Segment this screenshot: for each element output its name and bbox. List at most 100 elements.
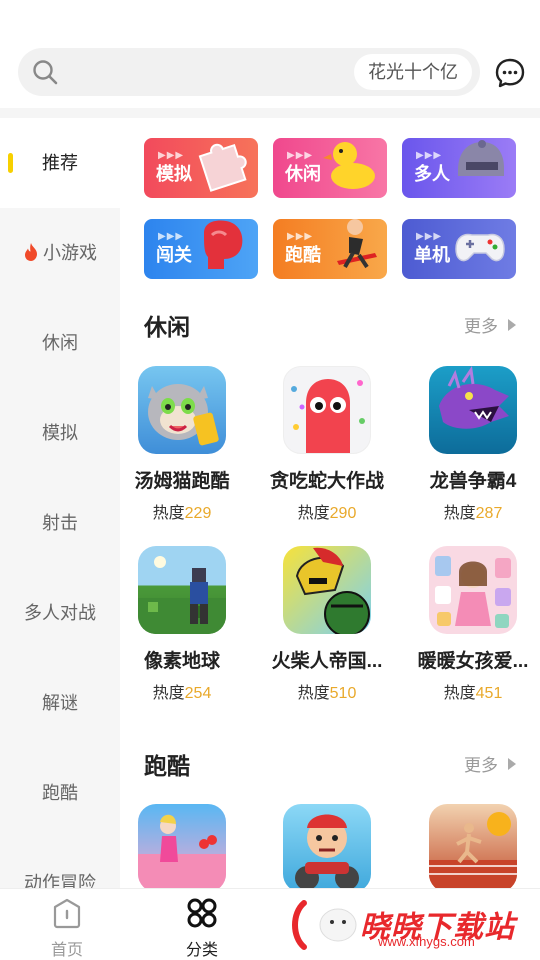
- bottom-tab-bar: 首页 分类 晓晓下载站 www.xfhygs.com: [0, 888, 540, 960]
- game-icon: [429, 366, 517, 454]
- heat-label: 热度: [443, 685, 476, 702]
- sidebar-item-label: 推荐: [42, 153, 78, 173]
- game-name: 贪吃蛇大作战: [269, 471, 384, 492]
- tab-home[interactable]: 首页: [27, 889, 107, 960]
- heat-label: 热度: [443, 505, 476, 522]
- category-card-multiplayer[interactable]: ▶▶▶ 多人: [402, 138, 516, 198]
- message-icon[interactable]: [494, 57, 526, 89]
- game-name: 龙兽争霸4: [429, 471, 517, 492]
- sidebar-item-recommend[interactable]: 推荐: [0, 118, 120, 208]
- sidebar-item-action-adventure[interactable]: 动作冒险: [0, 838, 120, 888]
- game-icon: [138, 804, 226, 888]
- sidebar-item-casual[interactable]: 休闲: [0, 298, 120, 388]
- game-name: 暖暖女孩爱...: [417, 651, 529, 672]
- heat-label: 热度: [152, 505, 185, 522]
- section-title: 休闲: [144, 314, 190, 340]
- game-heat: 热度287: [403, 499, 540, 523]
- boxing-glove-icon: [204, 220, 243, 269]
- sidebar-item-minigames[interactable]: 小游戏: [0, 208, 120, 298]
- main-content: ▶▶▶ 模拟 ▶▶▶ 休闲 ▶▶▶ 多人 ▶▶▶ 闯关 ▶▶▶ 跑酷 ▶▶▶ 单…: [120, 118, 540, 888]
- puzzle-icon: [198, 143, 247, 192]
- game-card[interactable]: 像素地球 热度254: [120, 546, 252, 703]
- duck-icon: [323, 142, 375, 189]
- game-icon: [283, 546, 371, 634]
- search-bar[interactable]: 花光十个亿: [18, 48, 480, 96]
- sidebar-item-label: 射击: [42, 513, 78, 533]
- category-label: 跑酷: [285, 245, 321, 265]
- game-card[interactable]: 火柴人帝国... 热度510: [257, 546, 397, 703]
- game-name: 像素地球: [143, 651, 220, 672]
- category-label: 闯关: [156, 245, 192, 265]
- category-card-levels[interactable]: ▶▶▶ 闯关: [144, 219, 258, 279]
- category-label: 单机: [414, 245, 450, 265]
- sidebar-item-label: 模拟: [42, 423, 78, 443]
- category-card-parkour[interactable]: ▶▶▶ 跑酷: [273, 219, 387, 279]
- sidebar-item-label: 多人对战: [24, 603, 96, 623]
- fire-icon: [25, 243, 37, 261]
- game-name: 火柴人帝国...: [271, 651, 383, 672]
- game-card[interactable]: 汤姆猫跑酷 热度229: [120, 366, 252, 523]
- more-link[interactable]: 更多: [464, 751, 516, 776]
- tab-category[interactable]: 分类: [162, 889, 242, 960]
- heat-value: 254: [184, 685, 212, 702]
- sidebar-item-simulation[interactable]: 模拟: [0, 388, 120, 478]
- category-label: 休闲: [285, 164, 321, 184]
- category-card-single-player[interactable]: ▶▶▶ 单机: [402, 219, 516, 279]
- heat-value: 287: [475, 505, 503, 522]
- divider: [0, 108, 540, 118]
- heat-value: 290: [329, 505, 357, 522]
- category-card-casual[interactable]: ▶▶▶ 休闲: [273, 138, 387, 198]
- game-card[interactable]: [403, 804, 540, 888]
- game-icon: [429, 546, 517, 634]
- game-heat: 热度229: [120, 499, 252, 523]
- game-heat: 热度451: [403, 679, 540, 703]
- game-name: 汤姆猫跑酷: [134, 471, 230, 492]
- runner-icon: [337, 219, 377, 269]
- gamepad-icon: [455, 233, 505, 262]
- category-sidebar: 推荐 小游戏 休闲 模拟 射击 多人对战 解谜 跑酷 动作冒险: [0, 118, 120, 888]
- sidebar-item-label: 解谜: [42, 693, 78, 713]
- chevron-right-icon: [508, 319, 516, 331]
- sidebar-item-multiplayer[interactable]: 多人对战: [0, 568, 120, 658]
- heat-value: 451: [475, 685, 503, 702]
- sidebar-item-puzzle[interactable]: 解谜: [0, 658, 120, 748]
- sidebar-item-label: 动作冒险: [24, 873, 96, 888]
- more-link[interactable]: 更多: [464, 312, 516, 337]
- game-heat: 热度254: [120, 679, 252, 703]
- section-title: 跑酷: [144, 753, 190, 779]
- sidebar-item-label: 休闲: [42, 333, 78, 353]
- heat-label: 热度: [152, 685, 185, 702]
- sidebar-item-shooting[interactable]: 射击: [0, 478, 120, 568]
- heat-value: 229: [184, 505, 212, 522]
- header: 花光十个亿: [0, 0, 540, 108]
- game-heat: 热度510: [257, 679, 397, 703]
- more-label: 更多: [464, 317, 498, 336]
- sidebar-item-parkour[interactable]: 跑酷: [0, 748, 120, 838]
- search-hint-tag[interactable]: 花光十个亿: [354, 54, 472, 90]
- chevron-right-icon: [508, 758, 516, 770]
- sidebar-item-label: 跑酷: [42, 783, 78, 803]
- game-icon: [283, 366, 371, 454]
- game-card[interactable]: 龙兽争霸4 热度287: [403, 366, 540, 523]
- game-card[interactable]: [257, 804, 397, 888]
- category-label: 模拟: [156, 164, 192, 184]
- game-heat: 热度290: [257, 499, 397, 523]
- category-icon: [187, 898, 217, 928]
- game-card[interactable]: 贪吃蛇大作战 热度290: [257, 366, 397, 523]
- search-icon: [33, 60, 58, 85]
- game-icon: [138, 546, 226, 634]
- heat-value: 510: [329, 685, 357, 702]
- game-icon: [283, 804, 371, 888]
- category-card-simulation[interactable]: ▶▶▶ 模拟: [144, 138, 258, 198]
- tab-label: 分类: [185, 942, 218, 959]
- game-icon: [138, 366, 226, 454]
- heat-label: 热度: [297, 505, 330, 522]
- heat-label: 热度: [297, 685, 330, 702]
- home-icon: [53, 898, 81, 929]
- game-icon: [429, 804, 517, 888]
- game-card[interactable]: 暖暖女孩爱... 热度451: [403, 546, 540, 703]
- game-card[interactable]: [120, 804, 252, 888]
- watermark-url: www.xfhygs.com: [378, 934, 475, 949]
- more-label: 更多: [464, 756, 498, 775]
- category-label: 多人: [414, 164, 450, 184]
